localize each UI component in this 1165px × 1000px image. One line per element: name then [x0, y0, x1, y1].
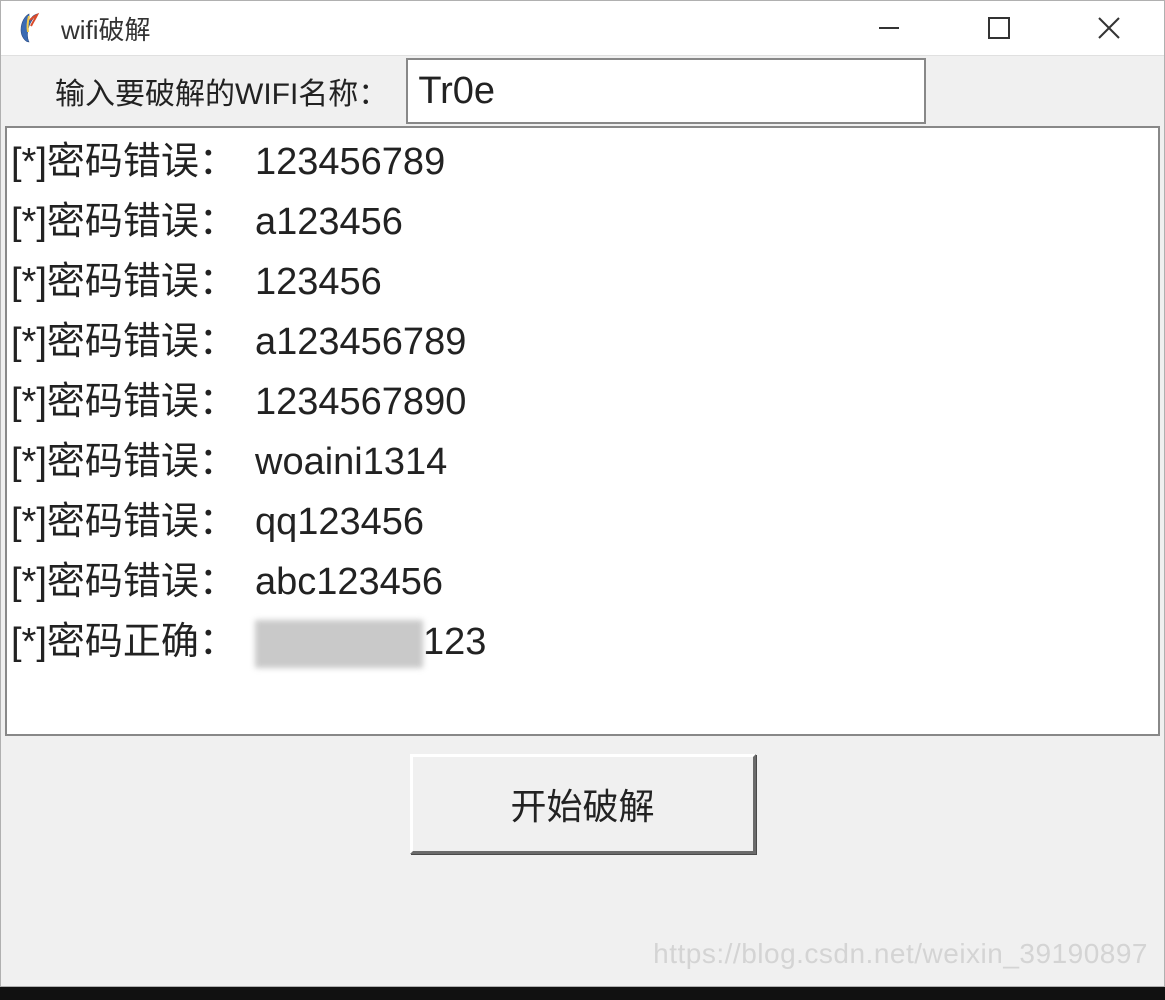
maximize-button[interactable]	[944, 1, 1054, 56]
wifi-name-row: 输入要破解的WIFI名称：	[1, 56, 1164, 126]
log-prefix: [*]密码正确：	[11, 612, 249, 672]
start-crack-button[interactable]: 开始破解	[410, 754, 756, 854]
log-line: [*]密码错误： 1234567890	[11, 372, 1154, 432]
log-prefix: [*]密码错误：	[11, 492, 249, 552]
log-prefix: [*]密码错误：	[11, 372, 249, 432]
titlebar[interactable]: wifi破解	[1, 1, 1164, 56]
window-controls	[834, 1, 1164, 55]
log-value: 123	[249, 612, 486, 672]
log-value: woaini1314	[249, 432, 447, 492]
log-prefix: [*]密码错误：	[11, 132, 249, 192]
log-line: [*]密码错误： qq123456	[11, 492, 1154, 552]
bottom-strip	[0, 987, 1165, 1000]
log-value: 123456	[249, 252, 382, 312]
client-area: 输入要破解的WIFI名称： [*]密码错误： 123456789 [*]密码错误…	[1, 56, 1164, 854]
log-value: a123456789	[249, 312, 466, 372]
log-line: [*]密码错误： 123456	[11, 252, 1154, 312]
log-line: [*]密码错误： a123456	[11, 192, 1154, 252]
log-prefix: [*]密码错误：	[11, 192, 249, 252]
window-title: wifi破解	[61, 10, 151, 47]
log-value: qq123456	[249, 492, 424, 552]
log-value: 123456789	[249, 132, 445, 192]
log-line: [*]密码错误： abc123456	[11, 552, 1154, 612]
log-line: [*]密码错误： woaini1314	[11, 432, 1154, 492]
log-prefix: [*]密码错误：	[11, 252, 249, 312]
log-value: a123456	[249, 192, 403, 252]
wifi-name-input[interactable]	[406, 58, 926, 124]
log-prefix: [*]密码错误：	[11, 552, 249, 612]
log-prefix: [*]密码错误：	[11, 312, 249, 372]
log-line-correct: [*]密码正确： 123	[11, 612, 1154, 672]
button-row: 开始破解	[1, 736, 1164, 854]
log-value: abc123456	[249, 552, 443, 612]
minimize-button[interactable]	[834, 1, 944, 56]
watermark-text: https://blog.csdn.net/weixin_39190897	[653, 938, 1148, 970]
log-output[interactable]: [*]密码错误： 123456789 [*]密码错误： a123456 [*]密…	[5, 126, 1160, 736]
close-button[interactable]	[1054, 1, 1164, 56]
log-line: [*]密码错误： a123456789	[11, 312, 1154, 372]
wifi-name-label: 输入要破解的WIFI名称：	[1, 69, 398, 113]
app-window: wifi破解 输入要破解的WIFI名称： [*]密码错误： 123456789	[0, 0, 1165, 987]
log-value: 1234567890	[249, 372, 466, 432]
redacted-block	[255, 620, 423, 668]
tk-feather-icon	[15, 12, 43, 44]
password-suffix: 123	[423, 621, 486, 663]
log-line: [*]密码错误： 123456789	[11, 132, 1154, 192]
log-prefix: [*]密码错误：	[11, 432, 249, 492]
